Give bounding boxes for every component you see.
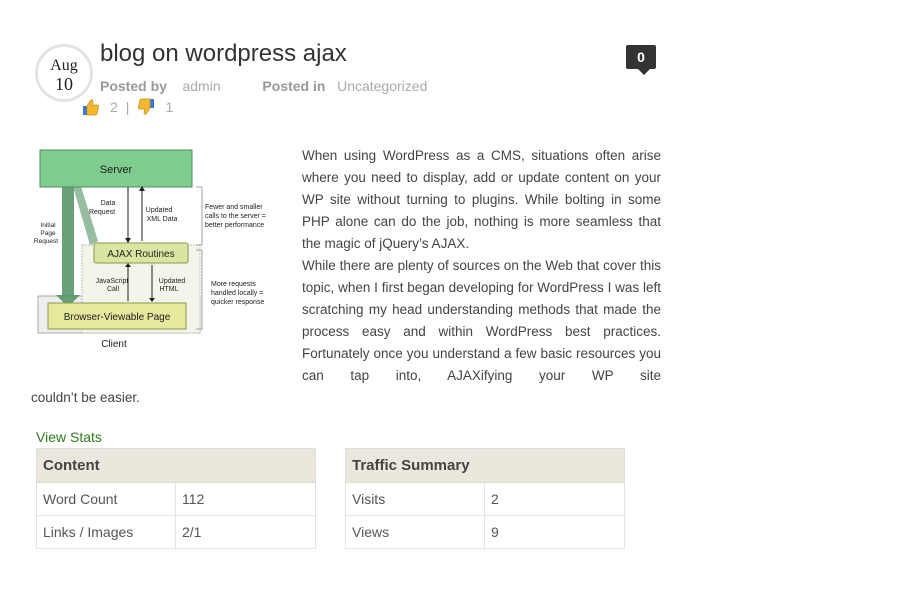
votes-down-count: 1: [165, 99, 174, 115]
thumbs-down-icon[interactable]: [137, 98, 155, 116]
table-row: Visits 2: [345, 482, 625, 516]
post-date-month: Aug: [50, 57, 78, 74]
votes-up-count: 2: [110, 99, 118, 115]
author-link[interactable]: admin: [182, 78, 220, 94]
votes-separator: |: [125, 99, 130, 115]
stat-value: 2/1: [175, 515, 316, 549]
view-stats-link[interactable]: View Stats: [36, 429, 102, 445]
posted-in-label: Posted in: [262, 78, 326, 94]
stat-value: 2: [484, 482, 625, 516]
category-link[interactable]: Uncategorized: [337, 78, 427, 94]
posted-by-label: Posted by: [100, 78, 167, 94]
table-row: Word Count 112: [36, 482, 316, 516]
content-paragraph-2: While there are plenty of sources on the…: [302, 258, 661, 383]
stat-label: Visits: [345, 482, 485, 516]
post-title[interactable]: blog on wordpress ajax: [100, 40, 347, 68]
post-date-day: 10: [55, 74, 73, 94]
comment-count-bubble[interactable]: 0: [626, 45, 656, 75]
traffic-summary-header: Traffic Summary: [345, 448, 625, 483]
table-row: Links / Images 2/1: [36, 515, 316, 549]
stat-value: 112: [175, 482, 316, 516]
content-stats-table: Content Word Count 112 Links / Images 2/…: [36, 448, 316, 549]
content-paragraph-tail: couldn’t be easier.: [31, 390, 140, 405]
stat-label: Links / Images: [36, 515, 176, 549]
post-votes: 2 | 1: [82, 98, 181, 116]
post-date-badge: Aug 10: [35, 44, 93, 102]
post-content: When using WordPress as a CMS, situation…: [31, 145, 661, 409]
stat-value: 9: [484, 515, 625, 549]
traffic-summary-table: Traffic Summary Visits 2 Views 9: [345, 448, 625, 549]
stat-label: Views: [345, 515, 485, 549]
post-meta: Posted by admin Posted in Uncategorized: [100, 78, 427, 94]
table-row: Views 9: [345, 515, 625, 549]
content-stats-header: Content: [36, 448, 316, 483]
content-paragraph-1: When using WordPress as a CMS, situation…: [302, 148, 661, 251]
stat-label: Word Count: [36, 482, 176, 516]
thumbs-up-icon[interactable]: [82, 98, 100, 116]
